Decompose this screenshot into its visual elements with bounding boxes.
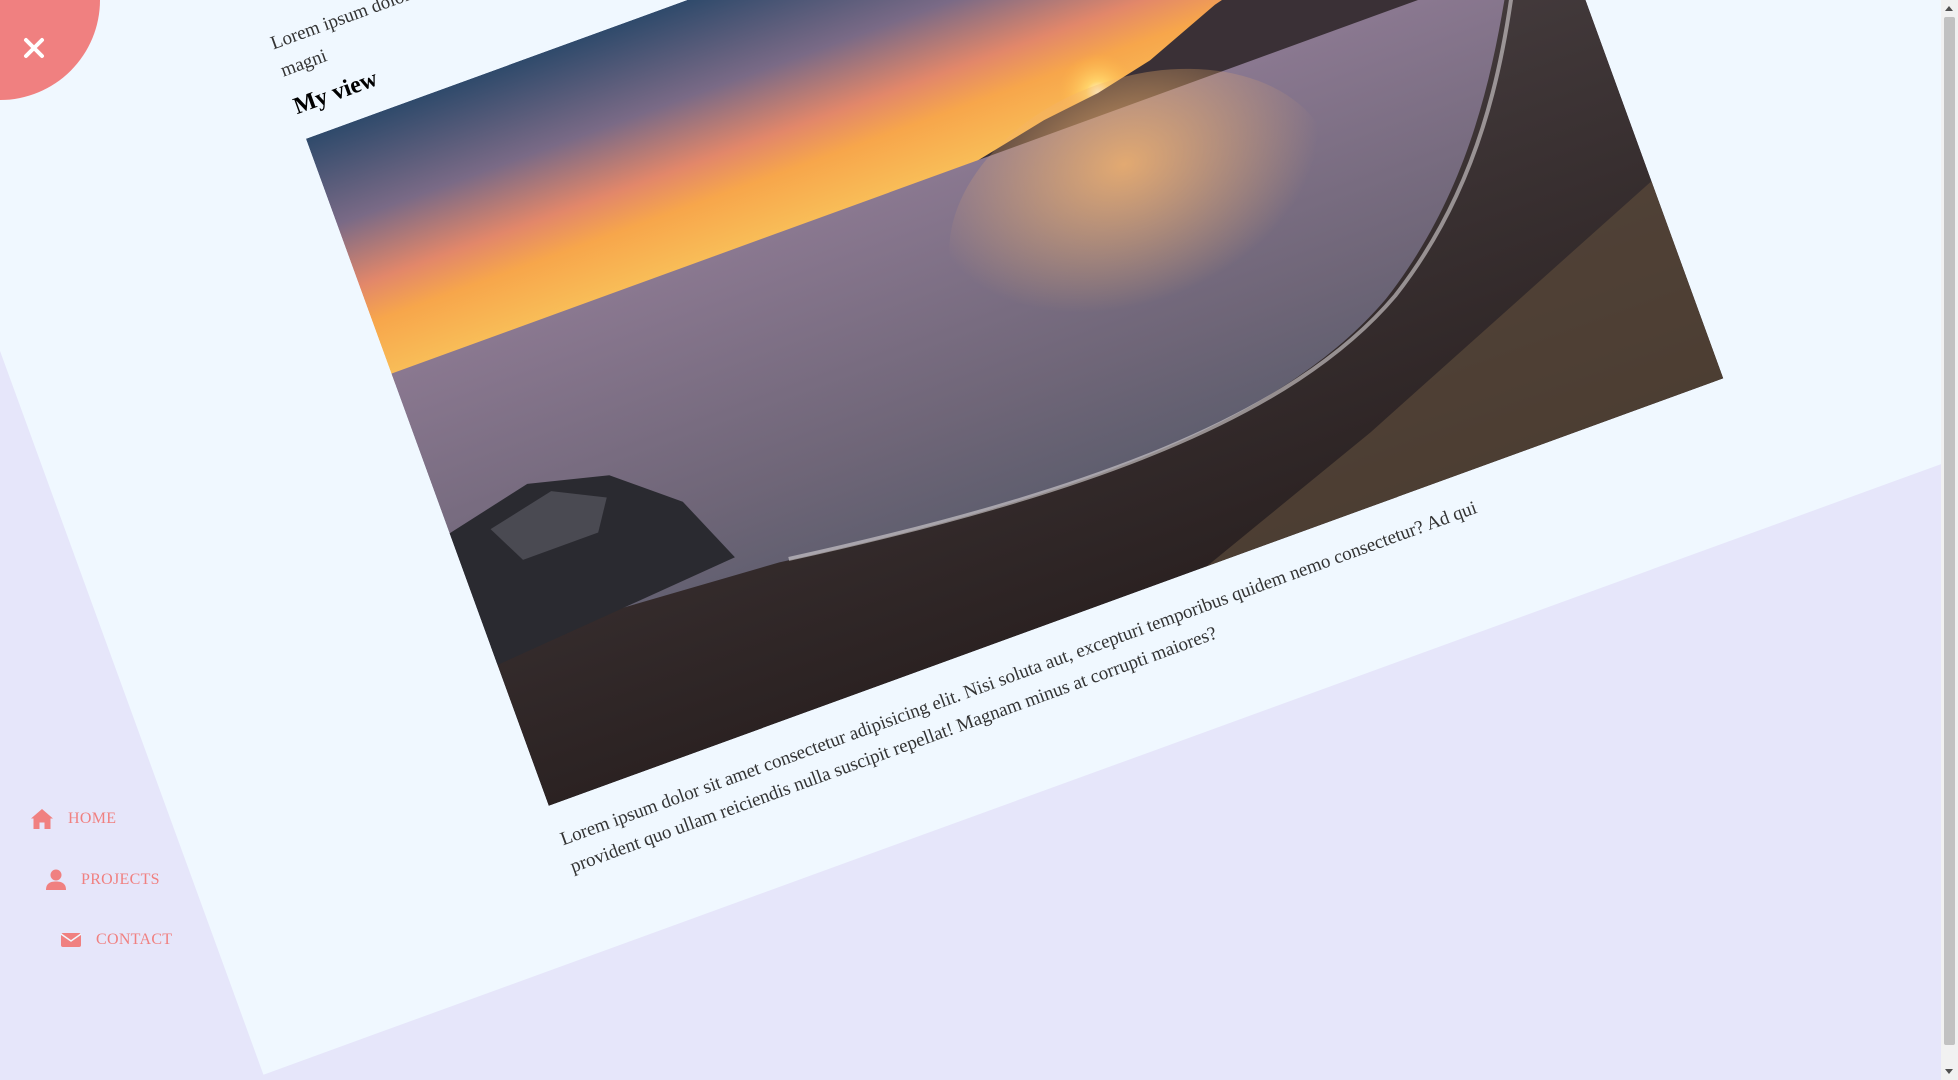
viewport: Lorem ipsum dolor sit amet consectetur a… — [0, 0, 1958, 1080]
content-sheet: Lorem ipsum dolor sit amet consectetur a… — [0, 0, 1958, 1075]
nav-label-projects: PROJECTS — [81, 871, 160, 888]
vertical-scrollbar[interactable] — [1941, 0, 1958, 1080]
nav-item-home[interactable]: HOME — [30, 808, 116, 830]
nav-label-contact: CONTACT — [96, 931, 173, 948]
scroll-up-arrow-icon[interactable] — [1945, 6, 1953, 11]
nav-label-home: HOME — [68, 810, 117, 827]
scrollbar-thumb[interactable] — [1944, 17, 1955, 1045]
page-content: Lorem ipsum dolor sit amet consectetur a… — [267, 0, 1758, 899]
envelope-icon — [60, 933, 82, 947]
close-icon — [24, 38, 44, 58]
nav-item-projects[interactable]: PROJECTS — [45, 869, 160, 891]
scroll-down-arrow-icon[interactable] — [1945, 1069, 1953, 1074]
user-icon — [46, 869, 66, 890]
nav-item-contact[interactable]: CONTACT — [60, 931, 172, 949]
home-icon — [31, 809, 53, 829]
